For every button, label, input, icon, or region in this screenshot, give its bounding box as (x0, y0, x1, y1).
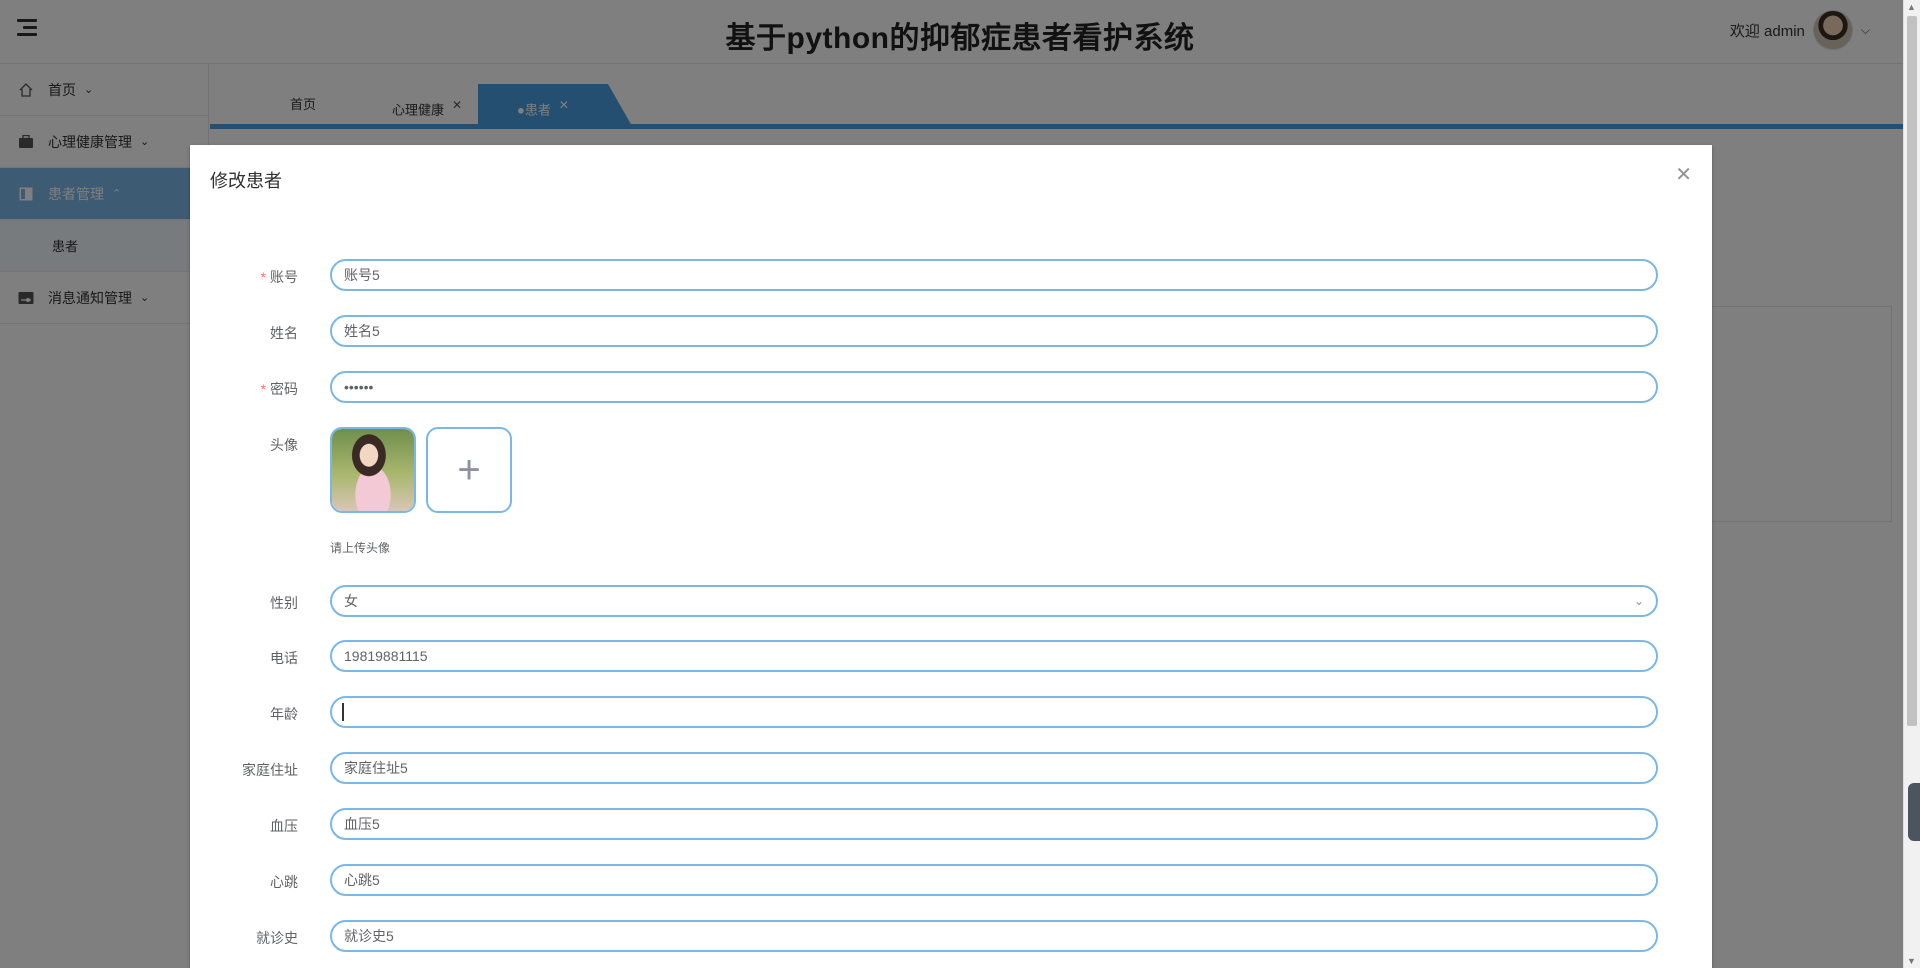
history-input[interactable]: 就诊史5 (330, 920, 1658, 952)
scrollbar-thumb[interactable] (1907, 16, 1917, 726)
upload-add-button[interactable]: + (426, 427, 512, 513)
form-row-gender: 性别 女 ⌄ (190, 585, 1712, 621)
field-label: 电话 (270, 650, 298, 666)
form-row-blood-pressure: 血压 血压5 (190, 808, 1712, 844)
form-row-heart-rate: 心跳 心跳5 (190, 864, 1712, 900)
form-row-address: 家庭住址 家庭住址5 (190, 752, 1712, 788)
name-input[interactable]: 姓名5 (330, 315, 1658, 347)
form-row-history: 就诊史 就诊史5 (190, 920, 1712, 956)
field-label: 头像 (270, 437, 298, 453)
field-label: 年龄 (270, 706, 298, 722)
plus-icon: + (457, 447, 481, 492)
form-row-account: * 账号 账号5 (190, 259, 1712, 295)
password-input[interactable]: •••••• (330, 371, 1658, 403)
address-input[interactable]: 家庭住址5 (330, 752, 1658, 784)
form-row-avatar: 头像 + 请上传头像 (190, 427, 1712, 567)
text-cursor (342, 703, 344, 721)
account-input[interactable]: 账号5 (330, 259, 1658, 291)
avatar-photo (332, 429, 414, 511)
scroll-down-icon[interactable]: ▼ (1907, 956, 1916, 966)
field-label: 就诊史 (256, 930, 298, 946)
phone-input[interactable]: 19819881115 (330, 640, 1658, 672)
form-row-name: 姓名 姓名5 (190, 315, 1712, 351)
field-label: 家庭住址 (242, 762, 298, 778)
edit-patient-dialog: 修改患者 ✕ * 账号 账号5 姓名 姓名5 * 密码 •••••• 头像 + 请上… (190, 145, 1712, 968)
close-icon[interactable]: ✕ (1675, 165, 1692, 185)
chevron-down-icon: ⌄ (1633, 594, 1644, 608)
avatar-tip: 请上传头像 (330, 541, 391, 555)
side-widget[interactable] (1908, 783, 1920, 841)
field-label: * 密码 (260, 381, 298, 397)
field-label: 心跳 (270, 874, 298, 890)
avatar-preview[interactable] (330, 427, 416, 513)
scroll-up-icon[interactable]: ▲ (1907, 2, 1916, 12)
field-label: 姓名 (270, 325, 298, 341)
form-row-phone: 电话 19819881115 (190, 640, 1712, 676)
gender-select[interactable]: 女 ⌄ (330, 585, 1658, 617)
dialog-title: 修改患者 (210, 171, 282, 191)
field-label: 性别 (270, 595, 298, 611)
heart-rate-input[interactable]: 心跳5 (330, 864, 1658, 896)
form-row-age: 年龄 (190, 696, 1712, 732)
blood-pressure-input[interactable]: 血压5 (330, 808, 1658, 840)
field-label: * 账号 (260, 269, 298, 285)
form-row-password: * 密码 •••••• (190, 371, 1712, 407)
field-label: 血压 (270, 818, 298, 834)
age-input[interactable] (330, 696, 1658, 728)
